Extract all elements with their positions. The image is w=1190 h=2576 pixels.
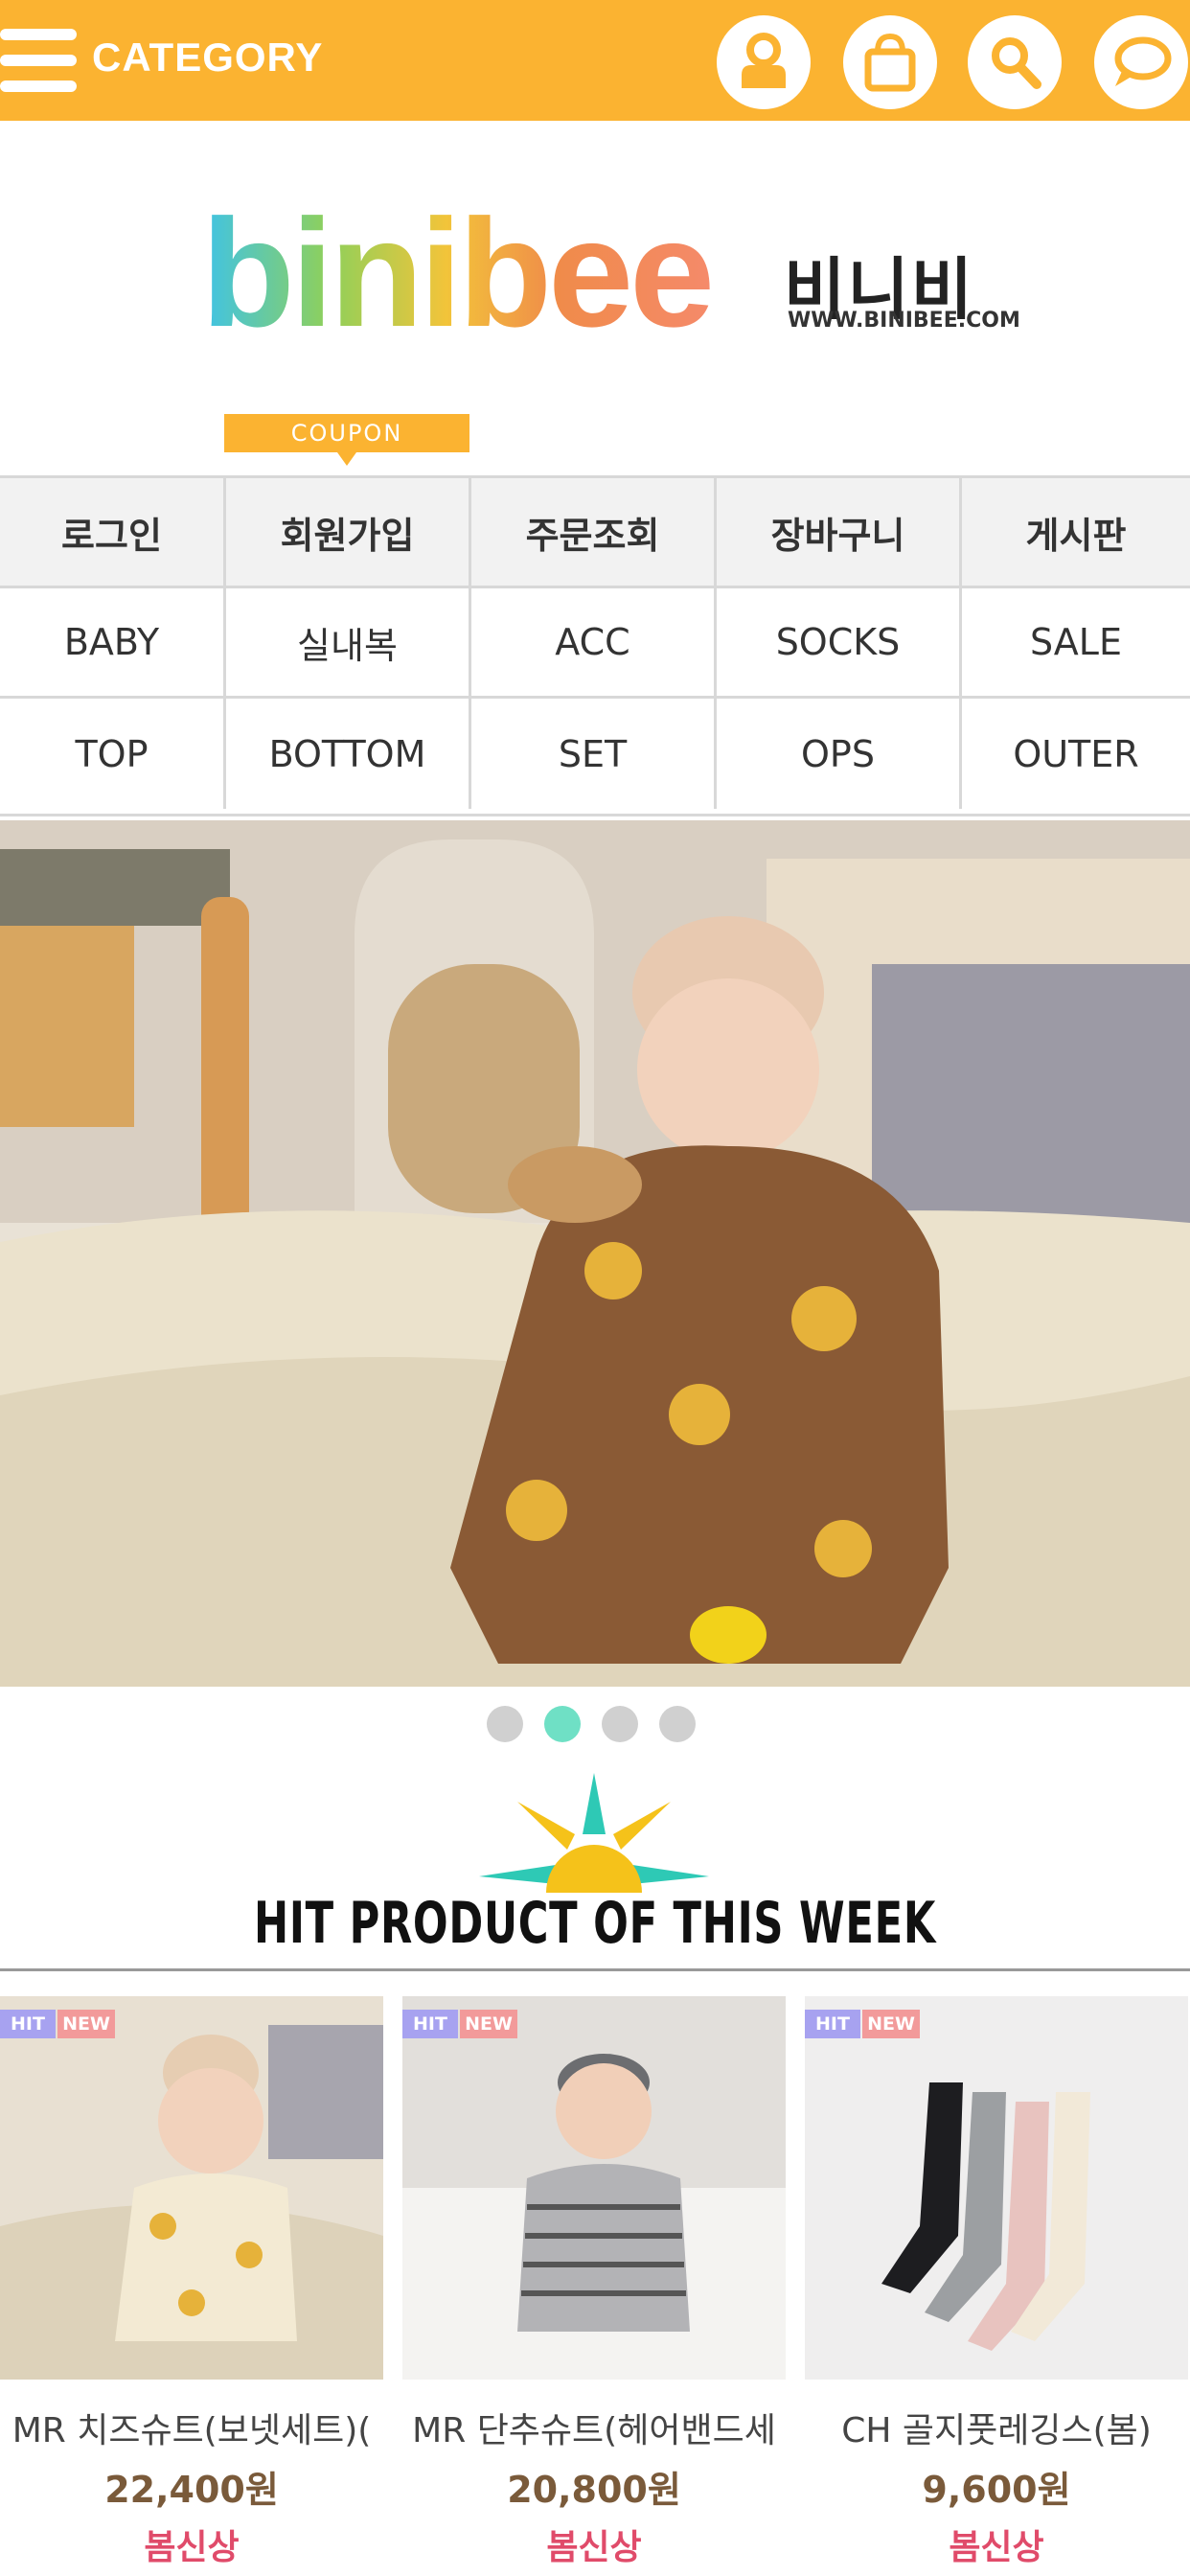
new-badge: NEW xyxy=(57,2010,115,2038)
nav-board[interactable]: 게시판 xyxy=(962,478,1190,588)
product-card[interactable]: HIT NEW MR 치즈슈트(보넷세트)( 22,400원 봄신상 xyxy=(0,1996,383,2571)
category-label[interactable]: CATEGORY xyxy=(92,34,323,80)
nav-sale[interactable]: SALE xyxy=(962,588,1190,699)
product-price: 22,400원 xyxy=(104,2469,279,2511)
search-icon[interactable] xyxy=(968,15,1062,109)
sun-icon xyxy=(479,1773,709,1893)
nav-top[interactable]: TOP xyxy=(0,699,226,809)
nav-set[interactable]: SET xyxy=(471,699,717,809)
logo-wordmark: binibee xyxy=(201,187,715,358)
product-image[interactable]: HIT NEW xyxy=(805,1996,1188,2380)
coupon-badge[interactable]: COUPON xyxy=(224,414,469,466)
nav-baby[interactable]: BABY xyxy=(0,588,226,699)
product-price: 20,800원 xyxy=(507,2469,681,2511)
nav-outer[interactable]: OUTER xyxy=(962,699,1190,809)
category-grid: 로그인 회원가입 주문조회 장바구니 게시판 BABY 실내복 ACC SOCK… xyxy=(0,475,1190,816)
product-name[interactable]: MR 치즈슈트(보넷세트)( xyxy=(0,2403,383,2452)
product-tag: 봄신상 xyxy=(949,2528,1044,2567)
new-badge: NEW xyxy=(460,2010,517,2038)
chat-icon[interactable] xyxy=(1094,15,1188,109)
top-bar: CATEGORY xyxy=(0,0,1190,121)
nav-signup[interactable]: 회원가입 xyxy=(226,478,471,588)
nav-order-lookup[interactable]: 주문조회 xyxy=(471,478,717,588)
carousel-dots xyxy=(487,1706,696,1742)
product-card[interactable]: HIT NEW CH 골지풋레깅스(봄) 9,600원 봄신상 xyxy=(805,1996,1188,2571)
new-badge: NEW xyxy=(862,2010,920,2038)
product-image[interactable]: HIT NEW xyxy=(0,1996,383,2380)
nav-login[interactable]: 로그인 xyxy=(0,478,226,588)
product-card[interactable]: HIT NEW MR 단추슈트(헤어밴드세 20,800원 봄신상 xyxy=(402,1996,786,2571)
menu-icon[interactable] xyxy=(0,29,77,92)
logo-url: WWW.BINIBEE.COM xyxy=(788,309,1020,333)
product-price: 9,600원 xyxy=(922,2469,1071,2511)
carousel-dot-active[interactable] xyxy=(544,1706,581,1742)
product-tag: 봄신상 xyxy=(144,2528,240,2567)
nav-cart[interactable]: 장바구니 xyxy=(717,478,962,588)
nav-acc[interactable]: ACC xyxy=(471,588,717,699)
product-name[interactable]: CH 골지풋레깅스(봄) xyxy=(805,2403,1188,2452)
user-icon[interactable] xyxy=(717,15,811,109)
carousel-dot[interactable] xyxy=(659,1706,696,1742)
hit-badge: HIT xyxy=(805,2010,860,2038)
product-image[interactable]: HIT NEW xyxy=(402,1996,786,2380)
carousel-dot[interactable] xyxy=(487,1706,523,1742)
nav-socks[interactable]: SOCKS xyxy=(717,588,962,699)
carousel-dot[interactable] xyxy=(602,1706,638,1742)
nav-bottom[interactable]: BOTTOM xyxy=(226,699,471,809)
hero-banner-image[interactable] xyxy=(0,820,1190,1687)
section-title: HIT PRODUCT OF THIS WEEK xyxy=(253,1890,937,1957)
product-tag: 봄신상 xyxy=(546,2528,642,2567)
nav-ops[interactable]: OPS xyxy=(717,699,962,809)
hit-badge: HIT xyxy=(0,2010,56,2038)
bag-icon[interactable] xyxy=(843,15,937,109)
section-divider xyxy=(0,1968,1190,1971)
hit-badge: HIT xyxy=(402,2010,458,2038)
nav-homewear[interactable]: 실내복 xyxy=(226,588,471,699)
product-name[interactable]: MR 단추슈트(헤어밴드세 xyxy=(402,2403,786,2452)
brand-logo[interactable]: binibee 비니비 WWW.BINIBEE.COM xyxy=(201,187,1020,358)
